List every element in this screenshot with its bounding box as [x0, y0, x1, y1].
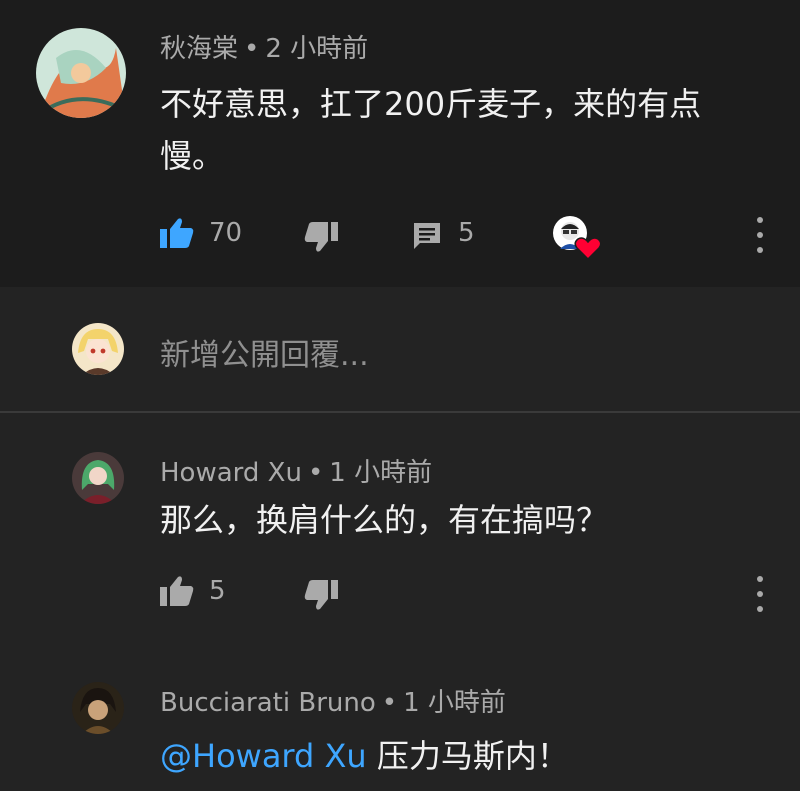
comment-text-line: 慢。: [160, 137, 225, 175]
reply-2-text: @Howard Xu 压力马斯内！: [160, 730, 569, 782]
reply-count: 5: [458, 218, 475, 248]
avatar-current-user: [72, 323, 124, 375]
comment-icon[interactable]: [412, 221, 442, 251]
thumbs-up-icon[interactable]: [160, 575, 194, 607]
more-dot: [757, 606, 763, 612]
top-strip: [0, 0, 800, 24]
comment-time: 1 小時前: [403, 688, 506, 718]
avatar-reply-2[interactable]: [72, 682, 124, 734]
comment-text-line: 不好意思，扛了200斤麦子，来的有点: [160, 85, 702, 123]
more-dot: [757, 591, 763, 597]
reply-input[interactable]: 新增公開回覆...: [160, 330, 369, 374]
more-vert-icon[interactable]: [750, 576, 770, 612]
thumbs-down-icon[interactable]: [304, 222, 338, 254]
divider: [0, 411, 800, 413]
mention-link[interactable]: @Howard Xu: [160, 737, 367, 775]
more-dot: [757, 217, 763, 223]
main-comment-meta: 秋海棠 • 2 小時前: [160, 34, 369, 64]
creator-heart-icon: [552, 215, 602, 261]
more-dot: [757, 576, 763, 582]
more-dot: [757, 232, 763, 238]
reply-2-meta: Bucciarati Bruno • 1 小時前: [160, 688, 506, 718]
author-name[interactable]: Bucciarati Bruno: [160, 688, 376, 718]
like-count: 70: [209, 218, 243, 248]
avatar-reply-1[interactable]: [72, 452, 124, 504]
more-dot: [757, 247, 763, 253]
like-count: 5: [209, 576, 226, 606]
author-name[interactable]: 秋海棠: [160, 34, 238, 64]
reply-1-text: 那么，换肩什么的，有在搞吗？: [160, 501, 609, 539]
comment-time: 2 小時前: [265, 34, 369, 64]
thumbs-up-icon[interactable]: [160, 217, 194, 249]
reply-2-body: 压力马斯内！: [366, 737, 569, 775]
more-vert-icon[interactable]: [750, 217, 770, 253]
comment-time: 1 小時前: [329, 458, 433, 488]
thumbs-down-icon[interactable]: [304, 580, 338, 612]
reply-1-meta: Howard Xu • 1 小時前: [160, 458, 433, 488]
author-name[interactable]: Howard Xu: [160, 458, 302, 488]
avatar-main-comment[interactable]: [36, 28, 126, 118]
main-comment-text: 不好意思，扛了200斤麦子，来的有点 慢。: [160, 78, 780, 182]
